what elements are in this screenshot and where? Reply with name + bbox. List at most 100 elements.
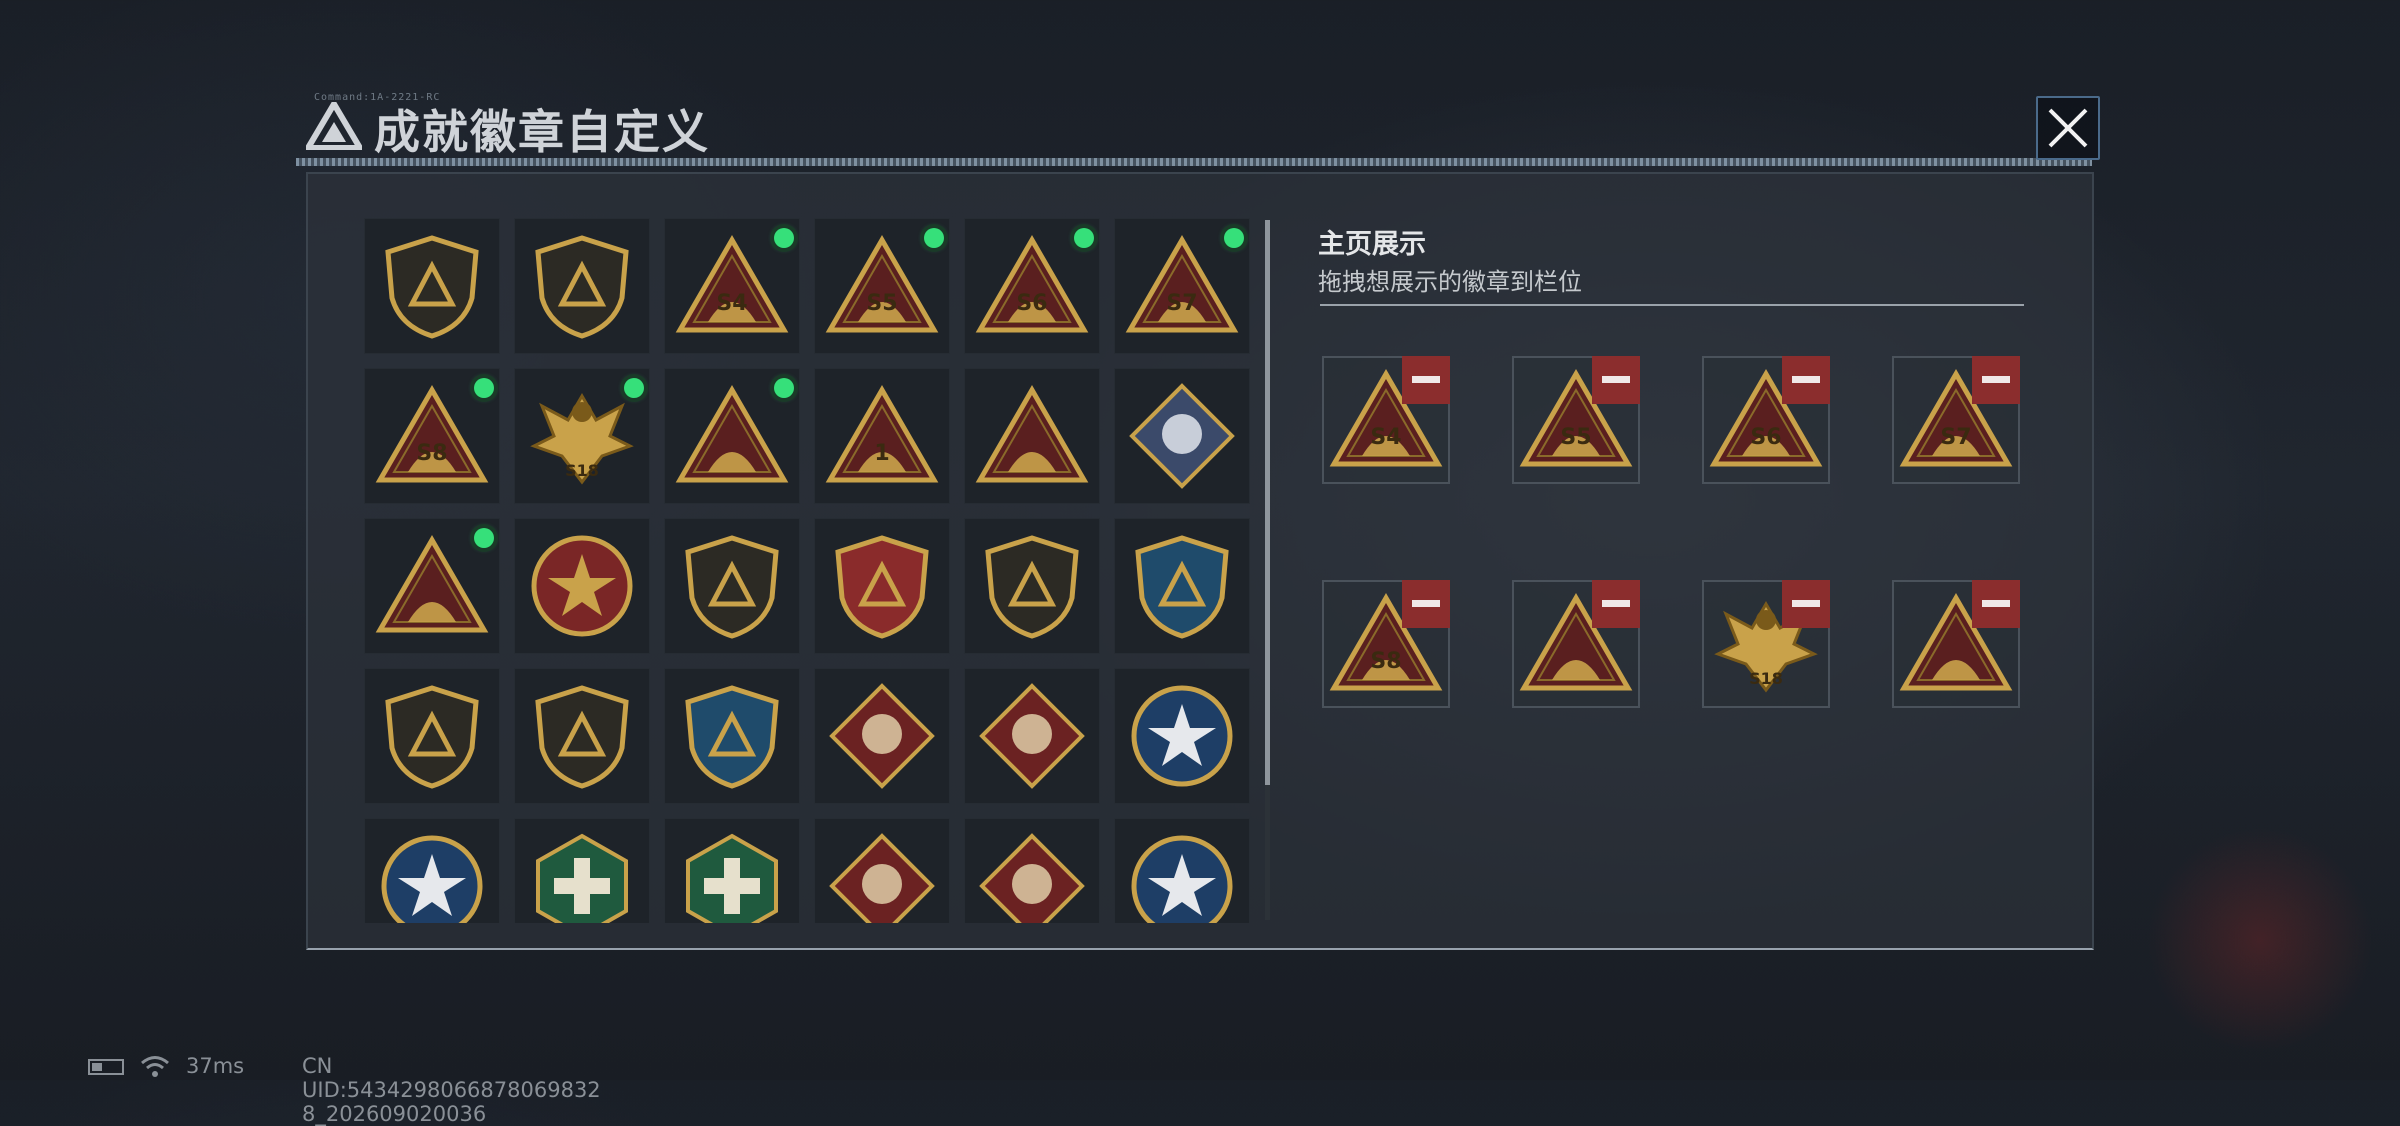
badge-label: S7 [1166, 291, 1197, 316]
rifle-shield-badge[interactable] [364, 668, 500, 804]
runner-badge[interactable] [964, 818, 1100, 923]
badge-label: S5 [1560, 425, 1591, 450]
dragon-badge[interactable] [814, 818, 950, 923]
badge-label: S8 [416, 441, 447, 466]
battery-icon [88, 1059, 124, 1075]
dice-shield-badge[interactable] [964, 518, 1100, 654]
bird-badge[interactable] [664, 368, 800, 504]
knife-shield-badge-icon [535, 685, 629, 789]
helicopter-badge[interactable] [514, 218, 650, 354]
remove-badge-button[interactable] [1592, 356, 1640, 404]
soldiers-badge-icon [975, 385, 1089, 483]
badge-grid: S4 S5 S6 S7 S8 S18 1 [364, 218, 1250, 923]
eagle-shield-badge-icon [835, 535, 929, 639]
new-indicator-dot [624, 378, 644, 398]
s4-badge-icon: S4 [675, 235, 789, 333]
wasp-badge[interactable] [514, 818, 650, 923]
s8-badge-icon: S8 [375, 385, 489, 483]
eagle-blue-badge[interactable] [1114, 668, 1250, 804]
showcase-subtitle: 拖拽想展示的徽章到栏位 [1318, 268, 1582, 296]
delta-shield-badge[interactable] [364, 218, 500, 354]
soldiers-badge[interactable] [964, 368, 1100, 504]
s6-badge[interactable]: S6 [964, 218, 1100, 354]
s6-badge-icon: S6 [975, 235, 1089, 333]
badge-label: S6 [1016, 291, 1047, 316]
new-indicator-dot [1224, 228, 1244, 248]
s5-badge[interactable]: S5 [814, 218, 950, 354]
phoenix-badge-icon: S18 [530, 393, 634, 485]
s4-badge[interactable]: S4 [664, 218, 800, 354]
diver-badge[interactable] [364, 518, 500, 654]
header-divider [296, 158, 2092, 166]
rose-badge[interactable] [1114, 368, 1250, 504]
showcase-slot[interactable]: S5 [1512, 356, 1640, 484]
eagle-blue-badge-icon [1131, 685, 1233, 787]
medic-badge-icon [686, 833, 778, 923]
badge-label: S7 [1940, 425, 1971, 450]
star-wreath-badge-icon [531, 535, 633, 637]
knife-shield-badge[interactable] [514, 668, 650, 804]
badge-label: S4 [716, 291, 747, 316]
remove-badge-button[interactable] [1592, 580, 1640, 628]
remove-badge-button[interactable] [1972, 356, 2020, 404]
wasp-badge-icon [536, 833, 628, 923]
diver-badge-icon [375, 535, 489, 633]
badge-label: S18 [1749, 669, 1783, 688]
dialog-header: Command:1A-2221-RC 成就徽章自定义 [296, 92, 2096, 166]
dragon-badge-icon [829, 833, 935, 923]
dice-shield-badge-icon [985, 535, 1079, 639]
wolf-red-badge[interactable] [814, 668, 950, 804]
chevron-shield-badge[interactable] [664, 518, 800, 654]
wolf-red-badge-icon [979, 683, 1085, 789]
lynx-badge-icon [1131, 835, 1233, 923]
ping-readout: 37ms [186, 1054, 245, 1078]
showcase-slot[interactable]: S4 [1322, 356, 1450, 484]
s7-badge[interactable]: S7 [1114, 218, 1250, 354]
bird-badge-icon [675, 385, 789, 483]
badge-collection[interactable]: S4 S5 S6 S7 S8 S18 1 [364, 218, 1254, 923]
remove-badge-button[interactable] [1782, 580, 1830, 628]
remove-badge-button[interactable] [1402, 580, 1450, 628]
wolf-red-badge-icon [829, 683, 935, 789]
showcase-slot[interactable]: S6 [1702, 356, 1830, 484]
remove-badge-button[interactable] [1972, 580, 2020, 628]
new-indicator-dot [474, 378, 494, 398]
page-title: 成就徽章自定义 [374, 105, 710, 159]
rose-badge-icon [1129, 383, 1235, 489]
badge-label: S5 [866, 291, 897, 316]
new-indicator-dot [924, 228, 944, 248]
new-indicator-dot [474, 528, 494, 548]
showcase-slot[interactable]: S7 [1892, 356, 2020, 484]
eagle-blue-badge-icon [381, 835, 483, 923]
phoenix-badge[interactable]: S18 [514, 368, 650, 504]
eagle-blue-badge-2[interactable] [364, 818, 500, 923]
star-wreath-badge[interactable] [514, 518, 650, 654]
runner-badge-icon [979, 833, 1085, 923]
showcase-title: 主页展示 [1318, 229, 1426, 260]
s7-badge-icon: S7 [1125, 235, 1239, 333]
crosshair-badge[interactable] [664, 668, 800, 804]
showcase-slot[interactable] [1892, 580, 2020, 708]
sniper-badge-icon [1135, 535, 1229, 639]
eagle-shield-badge[interactable] [814, 518, 950, 654]
badge-label: S6 [1750, 425, 1781, 450]
badge-scrollbar-thumb[interactable] [1265, 220, 1270, 785]
new-indicator-dot [774, 228, 794, 248]
badge-label: S18 [565, 461, 599, 480]
showcase-slot[interactable] [1512, 580, 1640, 708]
s8-badge[interactable]: S8 [364, 368, 500, 504]
showcase-slot[interactable]: S18 [1702, 580, 1830, 708]
wolf-red-badge-2[interactable] [964, 668, 1100, 804]
showcase-slot[interactable]: S8 [1322, 580, 1450, 708]
sniper-badge[interactable] [1114, 518, 1250, 654]
close-button[interactable] [2036, 96, 2100, 160]
lynx-badge[interactable] [1114, 818, 1250, 923]
remove-badge-button[interactable] [1782, 356, 1830, 404]
number-one-badge[interactable]: 1 [814, 368, 950, 504]
remove-badge-button[interactable] [1402, 356, 1450, 404]
medic-badge[interactable] [664, 818, 800, 923]
crosshair-badge-icon [685, 685, 779, 789]
uid-label: CN UID:5434298066878069832​8_20260902003… [302, 1054, 601, 1126]
badge-label: S4 [1370, 425, 1401, 450]
showcase-divider [1320, 304, 2024, 306]
